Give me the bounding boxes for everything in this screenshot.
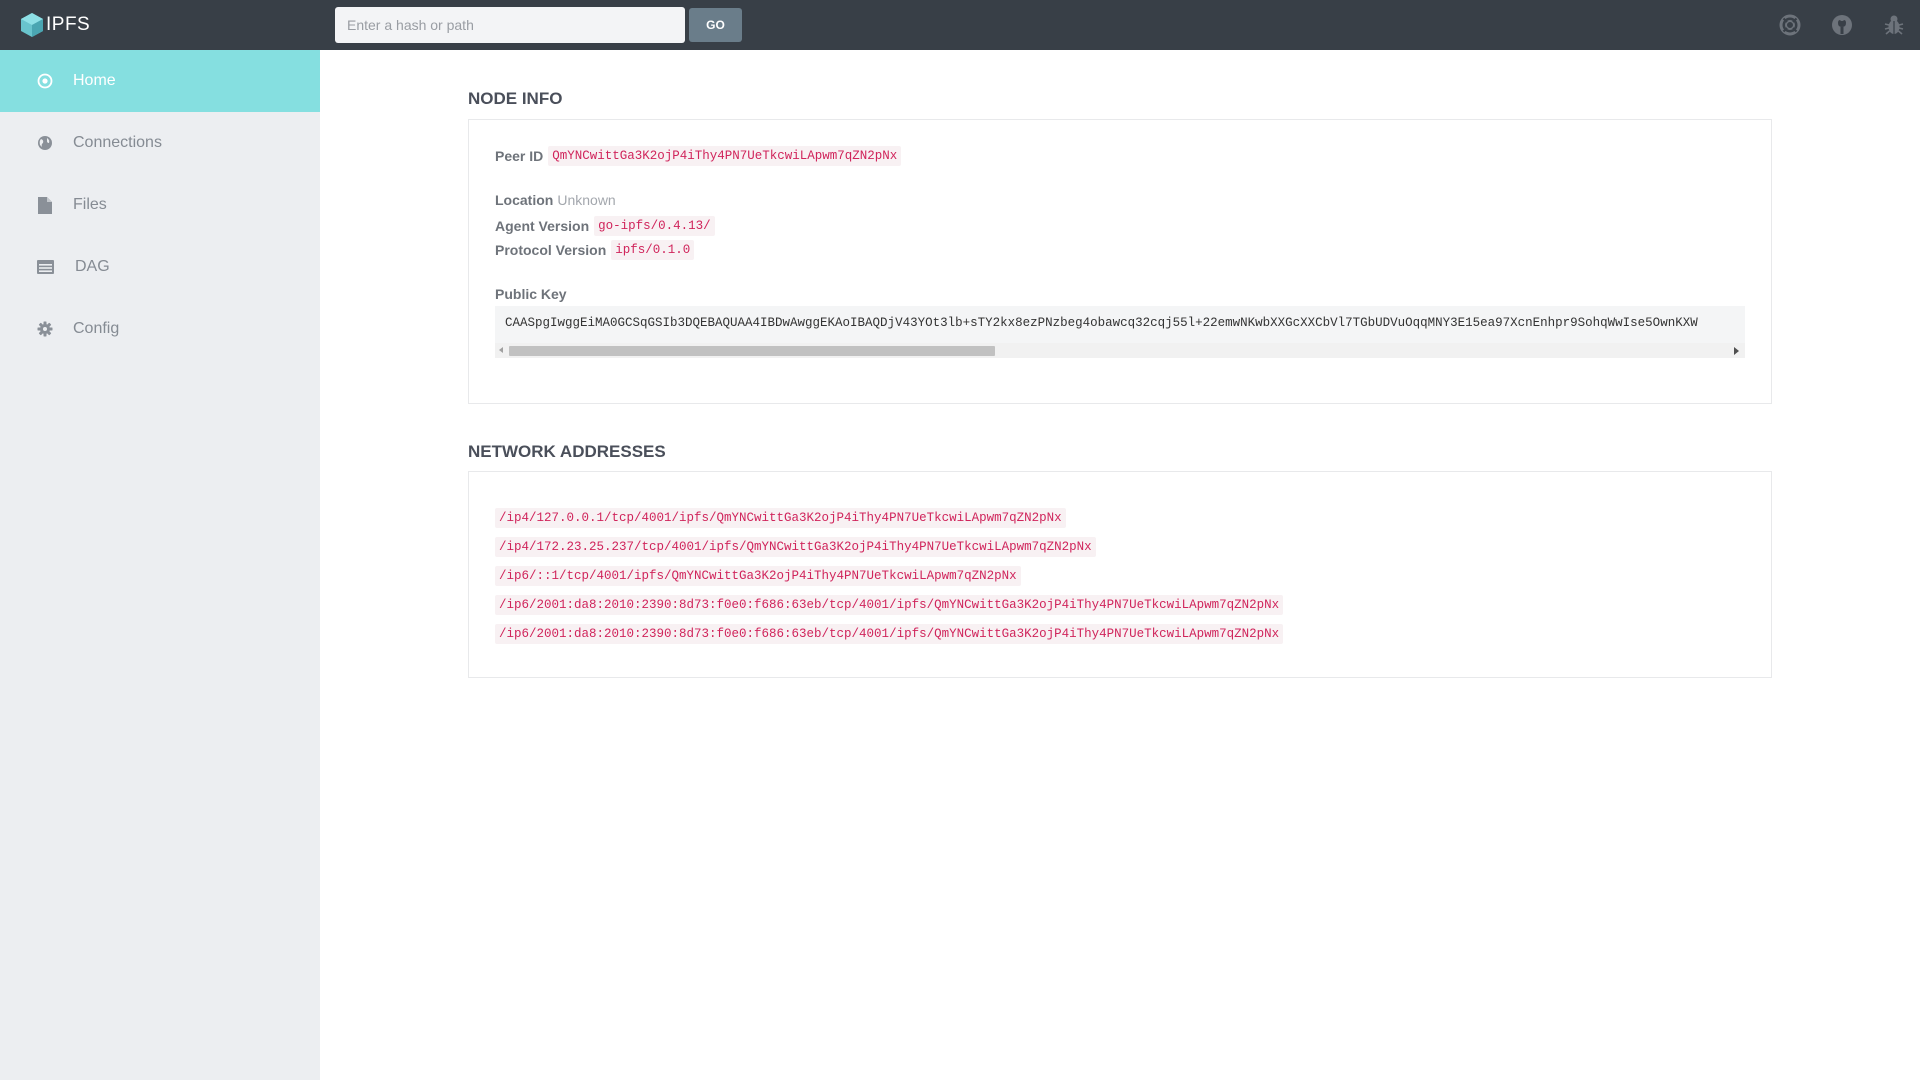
- address-value: /ip6/2001:da8:2010:2390:8d73:f0e0:f686:6…: [495, 624, 1284, 644]
- network-addresses-title: NETWORK ADDRESSES: [468, 442, 666, 461]
- dag-icon: [36, 258, 54, 276]
- peer-id-row: Peer ID QmYNCwittGa3K2ojP4iThy4PN7UeTkcw…: [495, 146, 902, 166]
- list-item: /ip4/172.23.25.237/tcp/4001/ipfs/QmYNCwi…: [495, 537, 1096, 557]
- agent-version-label: Agent Version: [495, 218, 590, 234]
- address-value: /ip6/2001:da8:2010:2390:8d73:f0e0:f686:6…: [495, 595, 1284, 615]
- scroll-right-arrow-icon[interactable]: [1734, 347, 1739, 355]
- network-addresses-panel: /ip4/127.0.0.1/tcp/4001/ipfs/QmYNCwittGa…: [468, 471, 1772, 678]
- sidebar-item-dag[interactable]: DAG: [0, 236, 320, 298]
- list-item: /ip6/2001:da8:2010:2390:8d73:f0e0:f686:6…: [495, 624, 1284, 644]
- sidebar-item-label: Home: [73, 72, 116, 89]
- node-info-title: NODE INFO: [468, 89, 563, 108]
- sidebar-item-label: DAG: [75, 258, 110, 275]
- go-button[interactable]: GO: [689, 8, 742, 42]
- location-value: Unknown: [557, 192, 616, 208]
- public-key-box: CAASpgIwggEiMA0GCSqGSIb3DQEBAQUAA4IBDwAw…: [495, 306, 1745, 358]
- app-name: IPFS: [46, 14, 91, 35]
- top-bar: IPFS GO: [0, 0, 1920, 50]
- sidebar-item-label: Config: [73, 320, 120, 337]
- scroll-thumb[interactable]: [509, 346, 995, 356]
- horizontal-scrollbar[interactable]: [495, 343, 1745, 358]
- search-input[interactable]: [335, 7, 685, 43]
- public-key-row: Public Key: [495, 286, 567, 302]
- node-info-panel: Peer ID QmYNCwittGa3K2ojP4iThy4PN7UeTkcw…: [468, 119, 1772, 404]
- home-icon: [36, 72, 54, 90]
- support-icon[interactable]: [1778, 13, 1802, 37]
- globe-icon: [36, 134, 54, 152]
- location-label: Location: [495, 192, 554, 208]
- sidebar-item-home[interactable]: Home: [0, 50, 320, 112]
- sidebar-item-config[interactable]: Config: [0, 298, 320, 360]
- agent-version-value: go-ipfs/0.4.13/: [594, 216, 715, 236]
- bug-icon[interactable]: [1882, 13, 1906, 37]
- protocol-version-row: Protocol Version ipfs/0.1.0: [495, 240, 695, 260]
- sidebar: Home Connections Files DAG Config: [0, 50, 320, 1080]
- protocol-version-value: ipfs/0.1.0: [611, 240, 695, 260]
- file-icon: [36, 196, 54, 214]
- sidebar-item-connections[interactable]: Connections: [0, 112, 320, 174]
- peer-id-label: Peer ID: [495, 148, 544, 164]
- protocol-version-label: Protocol Version: [495, 242, 607, 258]
- sidebar-item-label: Files: [73, 196, 107, 213]
- gear-icon: [36, 320, 54, 338]
- github-icon[interactable]: [1830, 13, 1854, 37]
- public-key-label: Public Key: [495, 286, 567, 302]
- ipfs-logo[interactable]: IPFS: [20, 12, 90, 38]
- list-item: /ip4/127.0.0.1/tcp/4001/ipfs/QmYNCwittGa…: [495, 508, 1066, 528]
- public-key-value: CAASpgIwggEiMA0GCSqGSIb3DQEBAQUAA4IBDwAw…: [505, 316, 1698, 330]
- sidebar-item-files[interactable]: Files: [0, 174, 320, 236]
- scroll-left-arrow-icon[interactable]: [499, 347, 503, 353]
- address-value: /ip4/127.0.0.1/tcp/4001/ipfs/QmYNCwittGa…: [495, 508, 1066, 528]
- list-item: /ip6/::1/tcp/4001/ipfs/QmYNCwittGa3K2ojP…: [495, 566, 1021, 586]
- location-row: Location Unknown: [495, 192, 616, 208]
- address-value: /ip6/::1/tcp/4001/ipfs/QmYNCwittGa3K2ojP…: [495, 566, 1021, 586]
- peer-id-value: QmYNCwittGa3K2ojP4iThy4PN7UeTkcwiLApwm7q…: [548, 146, 902, 166]
- ipfs-cube-icon: [21, 13, 43, 37]
- list-item: /ip6/2001:da8:2010:2390:8d73:f0e0:f686:6…: [495, 595, 1284, 615]
- sidebar-item-label: Connections: [73, 134, 162, 151]
- address-value: /ip4/172.23.25.237/tcp/4001/ipfs/QmYNCwi…: [495, 537, 1096, 557]
- agent-version-row: Agent Version go-ipfs/0.4.13/: [495, 216, 715, 236]
